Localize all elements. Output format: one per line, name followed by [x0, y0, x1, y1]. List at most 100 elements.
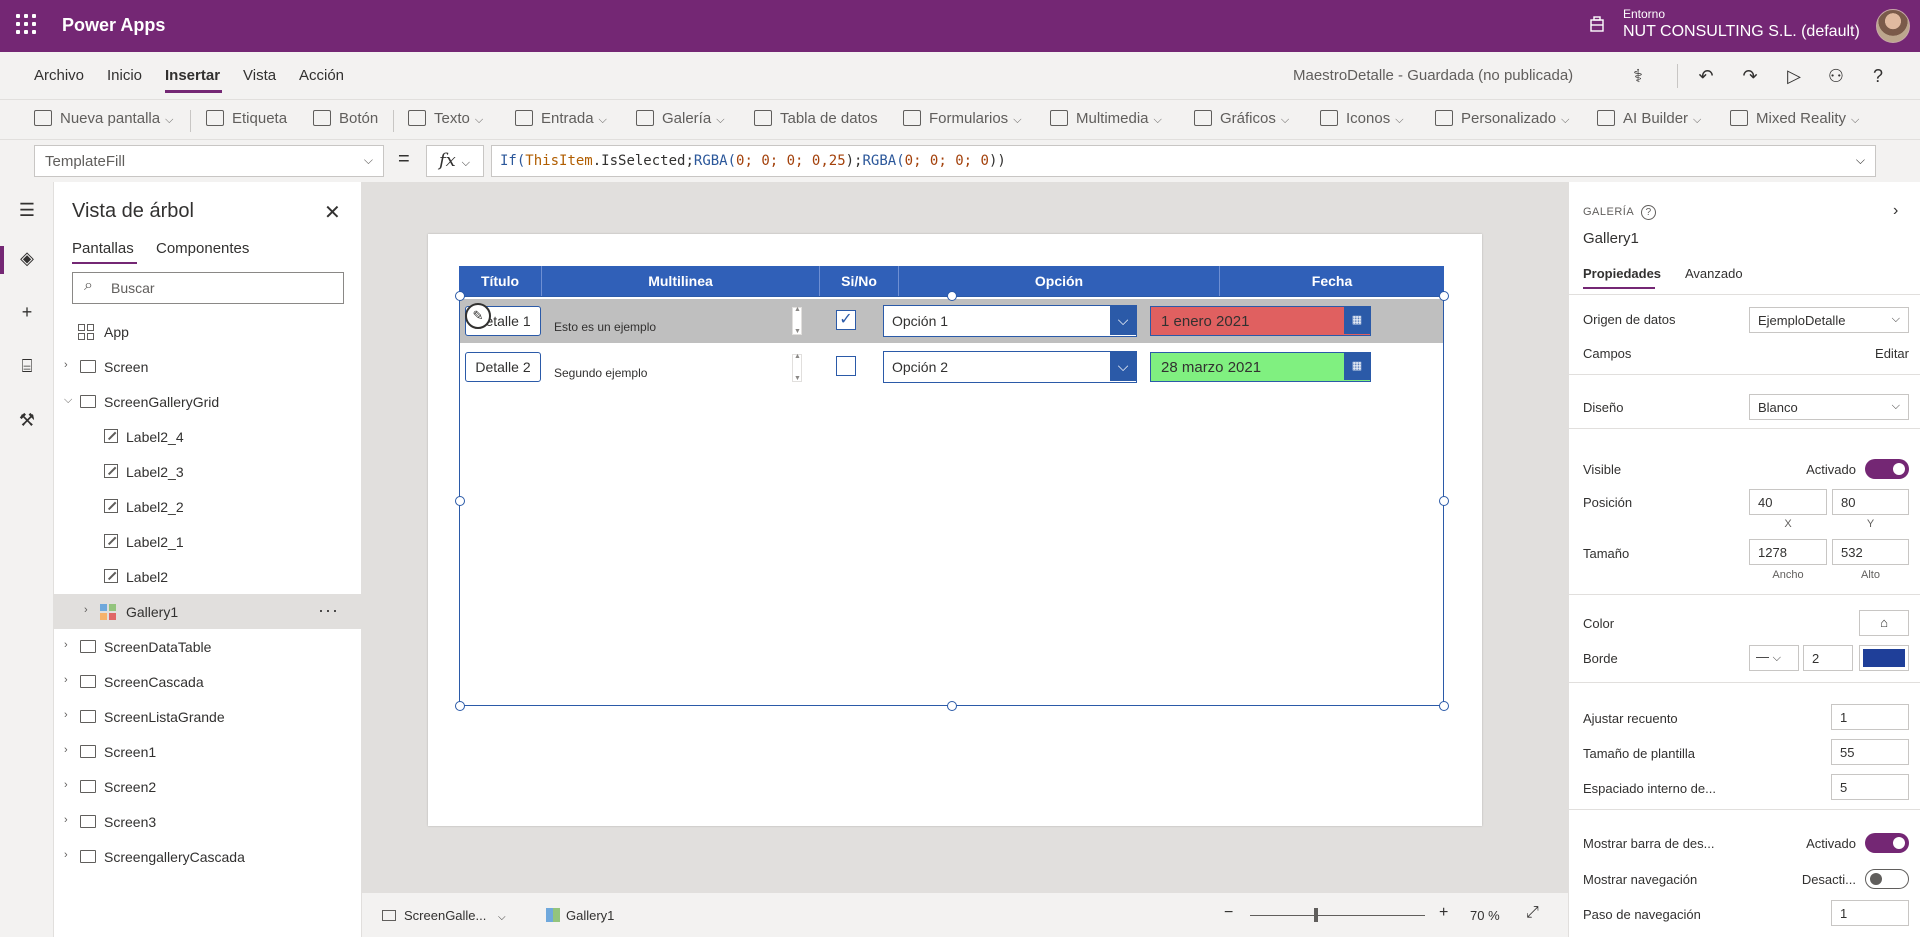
tree-item-screen2[interactable]: › Screen2 — [54, 769, 362, 804]
border-style-dropdown[interactable]: — ⌵ — [1749, 645, 1799, 671]
ribbon-gallery[interactable]: Galería ⌵ — [636, 110, 725, 127]
edit-pencil-icon[interactable]: ✎ — [465, 303, 491, 329]
position-y-input[interactable]: 80 — [1832, 489, 1909, 515]
insert-plus-icon[interactable]: + — [15, 302, 39, 326]
tree-item-screencascada[interactable]: › ScreenCascada — [54, 664, 362, 699]
tab-components[interactable]: Componentes — [156, 240, 249, 257]
menu-archivo[interactable]: Archivo — [34, 67, 84, 84]
row-date-picker[interactable]: 28 marzo 2021 ▦ — [1150, 352, 1371, 382]
tree-item-gallery1[interactable]: › Gallery1 ··· — [54, 594, 362, 629]
redo-icon[interactable]: ↷ — [1738, 64, 1762, 88]
ribbon-ai-builder[interactable]: AI Builder ⌵ — [1597, 110, 1701, 127]
border-color-picker[interactable] — [1859, 645, 1909, 671]
ribbon-forms[interactable]: Formularios ⌵ — [903, 110, 1022, 127]
row-option-dropdown[interactable]: Opción 2 ⌵ — [883, 351, 1137, 383]
screen-breadcrumb[interactable]: ScreenGalle... ⌵ — [382, 908, 506, 923]
ribbon-label-control[interactable]: Etiqueta — [206, 110, 287, 127]
tree-item-app[interactable]: App — [54, 314, 362, 349]
chevron-right-icon[interactable]: › — [64, 849, 68, 861]
mini-scrollbar[interactable] — [792, 306, 802, 335]
environment-value[interactable]: NUT CONSULTING S.L. (default) — [1623, 23, 1860, 41]
resize-handle[interactable] — [1439, 496, 1449, 506]
chevron-right-icon[interactable]: › — [84, 604, 88, 616]
tab-screens[interactable]: Pantallas — [72, 240, 134, 257]
show-navigation-toggle[interactable] — [1865, 869, 1909, 889]
border-width-input[interactable]: 2 — [1803, 645, 1853, 671]
tree-item-screen1[interactable]: › Screen1 — [54, 734, 362, 769]
advanced-tools-icon[interactable]: ⚒ — [15, 410, 39, 434]
control-breadcrumb[interactable]: Gallery1 — [546, 908, 614, 923]
chevron-right-icon[interactable]: › — [64, 744, 68, 756]
resize-handle[interactable] — [947, 291, 957, 301]
zoom-in-button[interactable]: + — [1439, 904, 1448, 922]
more-options-icon[interactable]: ··· — [318, 600, 339, 621]
ribbon-input[interactable]: Entrada ⌵ — [515, 110, 607, 127]
help-icon[interactable]: ? — [1866, 64, 1890, 88]
zoom-slider-thumb[interactable] — [1314, 908, 1318, 922]
resize-handle[interactable] — [455, 496, 465, 506]
environment-icon[interactable] — [1588, 16, 1606, 34]
ribbon-icons[interactable]: Iconos ⌵ — [1320, 110, 1404, 127]
template-size-input[interactable]: 55 — [1831, 739, 1909, 765]
tree-item-label2-1[interactable]: Label2_1 — [54, 524, 362, 559]
tree-item-screen[interactable]: › Screen — [54, 349, 362, 384]
show-scrollbar-toggle[interactable] — [1865, 833, 1909, 853]
nav-step-input[interactable]: 1 — [1831, 900, 1909, 926]
row-checkbox[interactable] — [836, 356, 856, 376]
resize-handle[interactable] — [1439, 291, 1449, 301]
hamburger-icon[interactable]: ☰ — [15, 200, 39, 224]
ribbon-charts[interactable]: Gráficos ⌵ — [1194, 110, 1289, 127]
tree-item-screengallerygrid[interactable]: ⌵ ScreenGalleryGrid — [54, 384, 362, 419]
row-title-button[interactable]: Detalle 2 — [465, 352, 541, 382]
chevron-right-icon[interactable]: › — [64, 814, 68, 826]
row-checkbox[interactable]: ✓ — [836, 310, 856, 330]
ribbon-custom[interactable]: Personalizado ⌵ — [1435, 110, 1569, 127]
app-launcher-icon[interactable] — [16, 14, 36, 34]
zoom-out-button[interactable]: − — [1224, 904, 1233, 922]
width-input[interactable]: 1278 — [1749, 539, 1827, 565]
tree-item-label2-2[interactable]: Label2_2 — [54, 489, 362, 524]
app-name[interactable]: Power Apps — [62, 15, 165, 36]
mini-scrollbar[interactable] — [792, 353, 802, 382]
tree-item-screendatatable[interactable]: › ScreenDataTable — [54, 629, 362, 664]
tab-advanced[interactable]: Avanzado — [1685, 266, 1743, 281]
ribbon-text[interactable]: Texto ⌵ — [408, 110, 483, 127]
ribbon-new-screen[interactable]: Nueva pantalla ⌵ — [34, 110, 173, 127]
ribbon-mixed-reality[interactable]: Mixed Reality ⌵ — [1730, 110, 1859, 127]
menu-vista[interactable]: Vista — [243, 67, 276, 84]
chevron-right-icon[interactable]: › — [1893, 202, 1898, 220]
tree-item-screen3[interactable]: › Screen3 — [54, 804, 362, 839]
row-multiline-text[interactable]: Esto es un ejemplo — [554, 320, 656, 334]
resize-handle[interactable] — [455, 701, 465, 711]
tree-item-label2-3[interactable]: Label2_3 — [54, 454, 362, 489]
resize-handle[interactable] — [455, 291, 465, 301]
fill-color-picker[interactable]: ⌂ — [1859, 610, 1909, 636]
visible-toggle[interactable] — [1865, 459, 1909, 479]
chevron-right-icon[interactable]: › — [64, 709, 68, 721]
menu-insertar[interactable]: Insertar — [165, 67, 220, 84]
row-multiline-text[interactable]: Segundo ejemplo — [554, 366, 647, 380]
menu-accion[interactable]: Acción — [299, 67, 344, 84]
control-name[interactable]: Gallery1 — [1583, 230, 1639, 247]
position-x-input[interactable]: 40 — [1749, 489, 1827, 515]
tree-item-label2-4[interactable]: Label2_4 — [54, 419, 362, 454]
template-padding-input[interactable]: 5 — [1831, 774, 1909, 800]
chevron-down-icon[interactable]: ⌵ — [64, 394, 72, 407]
resize-handle[interactable] — [1439, 701, 1449, 711]
tree-view-layers-icon[interactable]: ◈ — [15, 248, 39, 272]
chevron-right-icon[interactable]: › — [64, 779, 68, 791]
zoom-slider-track[interactable] — [1250, 915, 1425, 916]
expand-formula-icon[interactable]: ⌵ — [1856, 153, 1865, 168]
fit-window-icon[interactable]: ⤢ — [1526, 904, 1539, 922]
chevron-right-icon[interactable]: › — [64, 359, 68, 371]
resize-handle[interactable] — [947, 701, 957, 711]
menu-inicio[interactable]: Inicio — [107, 67, 142, 84]
tab-properties[interactable]: Propiedades — [1583, 266, 1661, 281]
undo-icon[interactable]: ↶ — [1694, 64, 1718, 88]
ribbon-data-table[interactable]: Tabla de datos — [754, 110, 878, 127]
design-dropdown[interactable]: Blanco ⌵ — [1749, 394, 1909, 420]
share-user-icon[interactable]: ⚇ — [1824, 64, 1848, 88]
tree-item-screenlistagrande[interactable]: › ScreenListaGrande — [54, 699, 362, 734]
row-option-dropdown[interactable]: Opción 1 ⌵ — [883, 305, 1137, 337]
chevron-right-icon[interactable]: › — [64, 674, 68, 686]
